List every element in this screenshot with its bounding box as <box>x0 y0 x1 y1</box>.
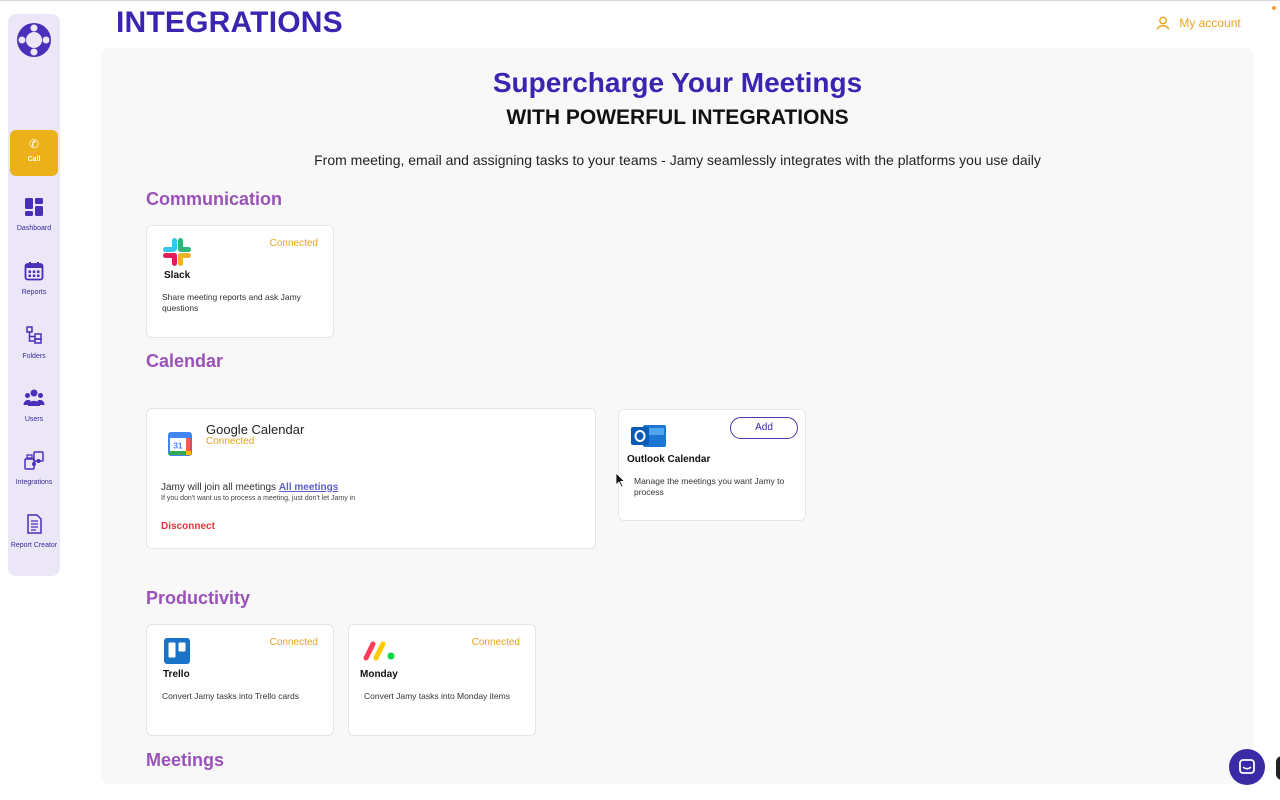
my-account-link[interactable]: My account <box>1156 15 1241 30</box>
join-setting-label: Jamy will join all meetings <box>161 482 277 493</box>
section-title-productivity: Productivity <box>146 588 251 608</box>
section-title-meetings: Meetings <box>146 750 225 770</box>
window-top-border <box>0 0 1280 1</box>
sidebar-item-label: Integrations <box>15 479 53 486</box>
outlook-calendar-card[interactable]: Add Outlook Calendar Manage the meetings… <box>618 409 806 521</box>
hero-subtitle: WITH POWERFUL INTEGRATIONS <box>506 106 849 129</box>
integration-description: Convert Jamy tasks into Trello cards <box>162 691 299 701</box>
page-title: INTEGRATIONS <box>116 6 343 39</box>
puzzle-icon <box>8 451 60 471</box>
slack-card[interactable]: Connected Slack Share meeting reports an… <box>146 225 334 338</box>
sidebar-item-integrations[interactable]: Integrations <box>8 451 60 486</box>
trello-card[interactable]: Connected Trello Convert Jamy tasks into… <box>146 624 334 736</box>
hero-title: Supercharge Your Meetings <box>492 67 863 98</box>
integration-name: Slack <box>164 270 191 281</box>
side-widget-button[interactable] <box>1276 756 1280 780</box>
call-label: Call <box>27 156 41 163</box>
notification-dot <box>1272 6 1276 10</box>
connection-status: Connected <box>269 637 318 648</box>
integration-name: Monday <box>360 669 398 680</box>
monday-logo-icon <box>363 641 397 666</box>
outlook-logo-icon <box>631 423 667 454</box>
dashboard-icon <box>8 197 60 217</box>
chat-icon <box>1239 759 1255 774</box>
monday-card[interactable]: Connected Monday Convert Jamy tasks into… <box>348 624 536 736</box>
user-icon <box>1156 16 1170 30</box>
join-setting-note: If you don't want us to process a meetin… <box>161 495 356 502</box>
integration-name: Trello <box>163 669 190 680</box>
support-chat-button[interactable] <box>1229 749 1265 785</box>
phone-icon: ✆ <box>28 137 40 151</box>
sidebar: ✆ Call Dashboard Reports Folders Users I… <box>8 14 60 576</box>
my-account-label: My account <box>1179 15 1241 30</box>
section-title-communication: Communication <box>146 189 283 209</box>
sidebar-item-dashboard[interactable]: Dashboard <box>8 197 60 232</box>
integration-description: Convert Jamy tasks into Monday items <box>364 691 510 701</box>
sidebar-item-report-creator[interactable]: Report Creator <box>8 514 60 549</box>
call-button[interactable]: ✆ Call <box>10 130 58 176</box>
svg-text:31: 31 <box>174 442 183 451</box>
google-calendar-card: 31 Google Calendar Connected Jamy will j… <box>146 408 596 549</box>
connection-status: Connected <box>206 436 255 447</box>
sidebar-item-label: Reports <box>21 289 47 296</box>
hero-description: From meeting, email and assigning tasks … <box>314 152 1041 168</box>
sidebar-item-label: Dashboard <box>16 225 52 232</box>
slack-logo-icon <box>161 236 193 273</box>
disconnect-button[interactable]: Disconnect <box>161 521 215 532</box>
folders-icon <box>8 325 60 345</box>
app-logo[interactable] <box>16 22 52 58</box>
integration-description: Manage the meetings you want Jamy to pro… <box>634 476 785 497</box>
sidebar-item-reports[interactable]: Reports <box>8 261 60 296</box>
connection-status: Connected <box>269 238 318 249</box>
meeting-join-setting: Jamy will join all meetings All meetings <box>161 482 338 493</box>
mouse-cursor-icon <box>615 472 625 488</box>
calendar-report-icon <box>8 261 60 281</box>
all-meetings-link[interactable]: All meetings <box>279 482 338 493</box>
sidebar-item-users[interactable]: Users <box>8 388 60 423</box>
sidebar-item-folders[interactable]: Folders <box>8 325 60 360</box>
users-icon <box>8 388 60 408</box>
section-title-calendar: Calendar <box>146 351 224 371</box>
sidebar-item-label: Folders <box>22 353 46 360</box>
integrations-panel: Supercharge Your Meetings WITH POWERFUL … <box>101 48 1254 784</box>
sidebar-item-label: Report Creator <box>10 542 58 549</box>
integration-name: Outlook Calendar <box>627 454 711 465</box>
document-icon <box>8 514 60 534</box>
integration-description: Share meeting reports and ask Jamy quest… <box>162 292 301 313</box>
trello-logo-icon <box>164 638 190 669</box>
sidebar-item-label: Users <box>24 416 44 423</box>
integration-name: Google Calendar <box>206 422 305 437</box>
connection-status: Connected <box>471 637 520 648</box>
google-calendar-icon: 31 <box>168 432 192 461</box>
add-outlook-button[interactable]: Add <box>730 417 798 439</box>
